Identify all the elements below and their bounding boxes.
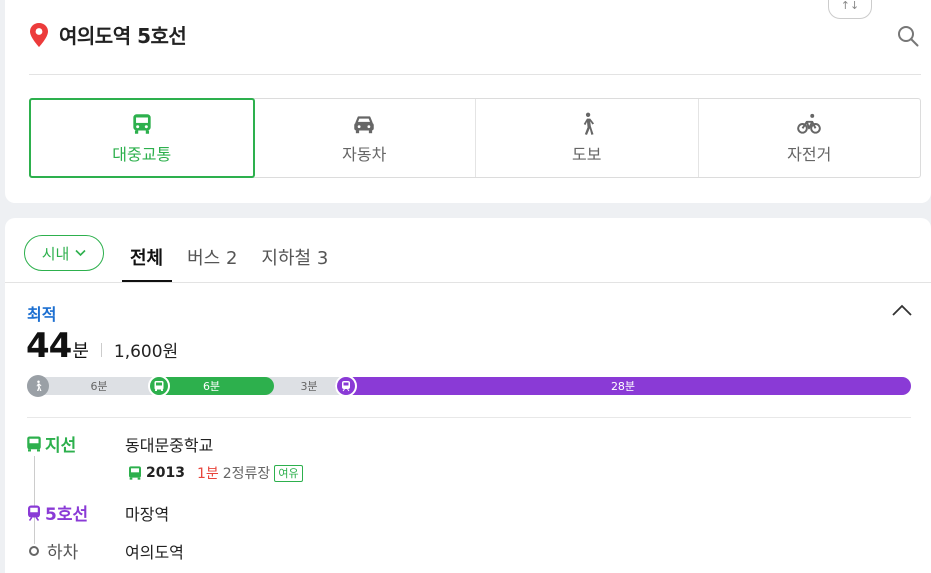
step-tag: 지선 <box>25 431 125 456</box>
swap-button[interactable]: ↑↓ <box>828 0 872 19</box>
walk-icon <box>583 112 594 135</box>
step-stop-name: 동대문중학교 <box>125 435 214 455</box>
route-results-panel: 시내 전체 버스 2 지하철 3 최적 44 분 1,600원 6분 6분 3분… <box>5 218 931 573</box>
segment-walk-1: 6분 <box>90 380 108 393</box>
step-tag-label: 하차 <box>47 543 79 563</box>
bus-icon <box>154 381 164 391</box>
tab-all[interactable]: 전체 <box>121 232 173 282</box>
mode-label: 자동차 <box>342 145 387 164</box>
walk-segment-icon <box>27 375 49 397</box>
bus-icon <box>27 436 41 451</box>
total-time-unit: 분 <box>72 341 89 362</box>
crowd-badge: 여유 <box>274 464 303 482</box>
bus-arrival-info[interactable]: 2013 1분 2정류장 여유 <box>127 463 303 483</box>
subway-icon <box>342 381 350 392</box>
filter-row: 시내 전체 버스 2 지하철 3 <box>24 232 328 282</box>
best-route-badge: 최적 <box>27 305 57 324</box>
subway-icon <box>28 505 40 521</box>
step-alight[interactable]: 하차 여의도역 <box>25 538 184 563</box>
divider <box>5 282 931 283</box>
search-icon[interactable] <box>896 24 920 48</box>
scope-dropdown[interactable]: 시내 <box>24 235 104 271</box>
bus-icon <box>129 466 141 480</box>
step-tag: 5호선 <box>25 500 125 525</box>
destination-text: 여의도역 5호선 <box>59 24 187 48</box>
route-search-panel: ↑↓ 여의도역 5호선 대중교통 자동차 도보 자전거 <box>5 0 931 203</box>
location-pin-icon <box>30 22 48 47</box>
step-tag: 하차 <box>25 538 125 563</box>
step-tag-label: 5호선 <box>45 505 89 525</box>
bus-stops-away: 2정류장 <box>222 466 271 482</box>
step-stop-name: 여의도역 <box>125 542 184 562</box>
chevron-down-icon <box>75 249 86 257</box>
mode-tab-transit[interactable]: 대중교통 <box>29 98 255 178</box>
mode-tab-car[interactable]: 자동차 <box>254 99 476 177</box>
segment-subway: 28분 <box>335 377 911 395</box>
swap-icon: ↑↓ <box>840 0 860 12</box>
tab-subway[interactable]: 지하철 3 <box>261 232 328 282</box>
bus-segment-icon <box>148 375 170 397</box>
transport-mode-tabs: 대중교통 자동차 도보 자전거 <box>29 98 921 178</box>
tab-bus[interactable]: 버스 2 <box>187 232 237 282</box>
alight-dot-icon <box>29 545 39 556</box>
step-tag-label: 지선 <box>45 436 77 456</box>
bus-icon <box>133 114 151 134</box>
route-timeline-bar: 6분 6분 3분 28분 <box>27 375 911 397</box>
walk-icon <box>36 380 42 391</box>
bus-number: 2013 <box>146 465 185 481</box>
route-summary: 44 분 1,600원 <box>26 326 178 366</box>
separator <box>100 343 102 357</box>
mode-tab-bicycle[interactable]: 자전거 <box>699 99 921 177</box>
mode-label: 도보 <box>572 145 602 164</box>
subway-segment-icon <box>335 375 357 397</box>
car-icon <box>354 116 374 134</box>
segment-subway-label: 28분 <box>610 380 636 393</box>
step-board-bus[interactable]: 지선 동대문중학교 <box>25 431 213 456</box>
destination-field[interactable]: 여의도역 5호선 <box>29 20 187 49</box>
bicycle-icon <box>797 113 822 134</box>
mode-label: 대중교통 <box>112 145 172 164</box>
mode-label: 자전거 <box>787 145 832 164</box>
divider <box>27 417 911 418</box>
divider <box>29 74 921 75</box>
fare: 1,600원 <box>113 342 179 362</box>
segment-walk-2: 3분 <box>300 380 318 393</box>
segment-bus-label: 6분 <box>202 380 221 393</box>
mode-tab-walk[interactable]: 도보 <box>476 99 699 177</box>
collapse-button[interactable] <box>891 302 913 318</box>
step-stop-name: 마장역 <box>125 504 170 524</box>
bus-eta: 1분 <box>196 466 219 482</box>
step-board-subway[interactable]: 5호선 마장역 <box>25 500 169 525</box>
scope-label: 시내 <box>41 244 70 263</box>
total-time: 44 <box>26 326 72 366</box>
